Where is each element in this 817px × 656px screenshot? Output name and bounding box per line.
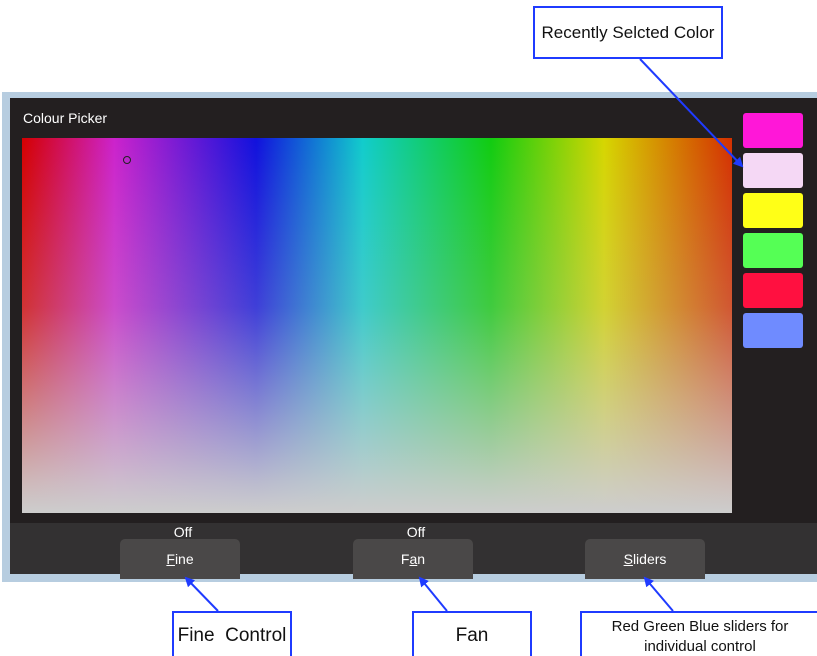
fan-label-accel: a bbox=[409, 551, 418, 567]
color-spectrum-picker[interactable] bbox=[22, 138, 732, 513]
fine-label-rest: ine bbox=[174, 551, 194, 567]
arrow-fan bbox=[418, 576, 448, 612]
recent-swatches bbox=[743, 113, 805, 353]
swatch-light-pink[interactable] bbox=[743, 153, 803, 188]
arrow-fine bbox=[184, 576, 219, 612]
fan-label-prefix: F bbox=[400, 551, 410, 567]
fine-button[interactable]: Fine bbox=[120, 539, 240, 579]
callout-recently-selected-text: Recently Selcted Color bbox=[541, 22, 715, 42]
fine-status: Off bbox=[173, 524, 193, 540]
swatch-crimson[interactable] bbox=[743, 273, 803, 308]
fan-button[interactable]: Fan bbox=[353, 539, 473, 579]
swatch-green[interactable] bbox=[743, 233, 803, 268]
sliders-label-rest: liders bbox=[632, 551, 667, 567]
swatch-blue[interactable] bbox=[743, 313, 803, 348]
window-title: Colour Picker bbox=[23, 110, 108, 126]
sliders-label-accel: S bbox=[623, 551, 633, 567]
arrow-sliders bbox=[643, 576, 674, 612]
callout-fine-control: Fine Control bbox=[172, 611, 292, 656]
colour-picker-window: Colour Picker Off Fine Off Fan S liders bbox=[2, 92, 817, 582]
sliders-button[interactable]: Sliders bbox=[585, 539, 705, 579]
callout-fine-control-text: Fine Control bbox=[177, 625, 287, 646]
fine-label-accel: F bbox=[166, 551, 175, 567]
callout-sliders-text: Red Green Blue sliders for individual co… bbox=[611, 618, 789, 655]
callout-fan: Fan bbox=[412, 611, 532, 656]
swatch-yellow[interactable] bbox=[743, 193, 803, 228]
swatch-magenta[interactable] bbox=[743, 113, 803, 148]
bottom-toolbar: Off Fine Off Fan Sliders bbox=[10, 523, 817, 579]
callout-recently-selected: Recently Selcted Color bbox=[533, 6, 723, 59]
page: Recently Selcted Color Colour Picker Off… bbox=[0, 0, 817, 656]
callout-sliders: Red Green Blue sliders for individual co… bbox=[580, 611, 817, 656]
callout-fan-text: Fan bbox=[455, 625, 489, 646]
fan-label-rest: n bbox=[417, 551, 426, 567]
picker-cursor[interactable] bbox=[123, 156, 131, 164]
window-body: Colour Picker Off Fine Off Fan S liders bbox=[10, 98, 817, 579]
fan-status: Off bbox=[406, 524, 426, 540]
